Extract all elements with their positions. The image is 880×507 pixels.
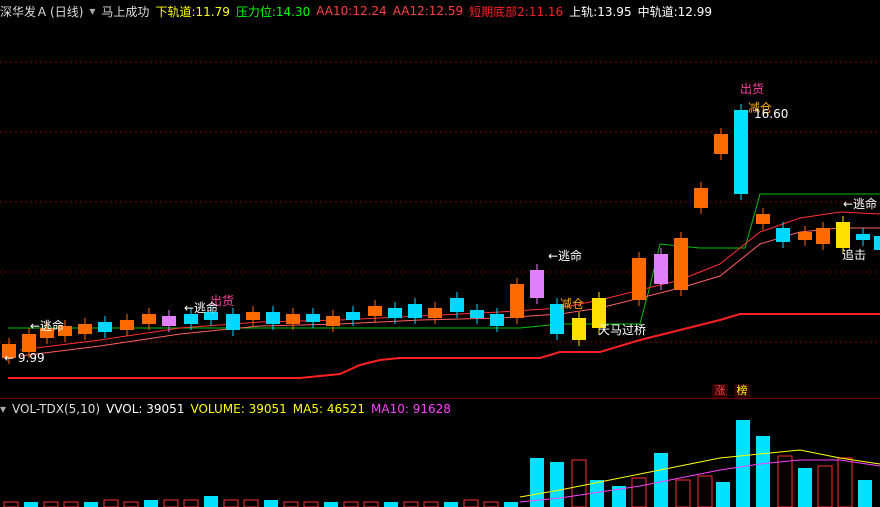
indicator-chevron-icon[interactable]: ▾ [89,4,95,18]
volume-bar [123,501,139,507]
escape-label-3: ←逃命 [548,248,582,263]
volume-bar [654,453,668,507]
indicator-mid-band: 中轨道:12.99 [637,4,712,19]
volume-bar [675,479,691,507]
reduce-label: 减仓 [560,297,584,311]
indicator-aa12: AA12:12.59 [392,4,464,18]
low-price-label: ← 9.99 [4,351,45,365]
volume-bar [463,499,479,507]
volume-bar [504,502,518,507]
indicator-lower-band: 下轨道:11.79 [155,4,230,19]
volume-bar [343,501,359,507]
volume-bar [756,436,770,507]
period-label[interactable]: (日线) [50,3,83,20]
volume-bar [324,502,338,507]
volume-bar [183,499,199,507]
volume-bar [303,501,319,507]
volume-bar [84,502,98,507]
volume-bar [403,501,419,507]
indicator-aa10: AA10:12.24 [316,4,387,18]
indicator-info-bar: 深华发Ａ (日线) ▾ 马上成功 下轨道:11.79 压力位:14.30 AA1… [0,0,880,22]
volume-bar [264,500,278,507]
volume-bar [144,500,158,507]
price-chart[interactable]: ←逃命 ← 9.99 出货 ←逃命 ←逃命 减仓 天马过桥 出货 减仓 16.6… [0,22,880,398]
limit-up-badge[interactable]: 涨 [712,384,728,398]
volume-bar [223,499,239,507]
volume-chart[interactable] [0,398,880,507]
chase-label: 追击 [842,247,866,262]
candle [874,236,880,250]
volume-bar [243,499,259,507]
escape-label: ←逃命 [30,318,64,333]
volume-bar [103,499,119,507]
sell-label-2: 出货 [740,81,764,96]
volume-bar [363,501,379,507]
volume-bar [550,462,564,507]
candles-group [2,104,880,364]
volume-bar [736,420,750,507]
volume-bar [716,482,730,507]
volume-bar [817,465,833,507]
pressure-line [8,193,880,329]
ma-line-2 [19,227,880,357]
volume-bar [837,457,853,507]
stock-name[interactable]: 深华发Ａ [0,3,48,20]
volume-bar [777,455,793,507]
indicator-name[interactable]: 马上成功 [101,3,149,20]
volume-bars-group [3,420,872,507]
volume-bar [798,468,812,507]
volume-bar [423,501,439,507]
volume-bar [63,501,79,507]
escape-label-4: ←逃命 [843,196,877,211]
high-price-label: 16.60 [754,107,788,121]
volume-bar [571,459,587,507]
indicator-short-bottom: 短期底部2:11.16 [469,4,564,19]
rank-badge[interactable]: 榜 [734,384,750,398]
indicator-upper-band: 上轨:13.95 [569,4,632,19]
volume-bar [384,502,398,507]
volume-bar [43,501,59,507]
lower-band-line [8,313,880,379]
indicator-pressure: 压力位:14.30 [235,4,311,19]
volume-bar [204,496,218,507]
volume-bar [697,475,713,507]
tianma-label: 天马过桥 [598,323,646,337]
volume-bar [858,480,872,507]
volume-bar [631,477,647,507]
volume-bar [483,501,499,507]
escape-label-2: ←逃命 [184,300,218,315]
volume-bar [283,501,299,507]
volume-bar [163,499,179,507]
volume-bar [444,502,458,507]
volume-bar [3,501,19,507]
volume-bar [24,502,38,507]
